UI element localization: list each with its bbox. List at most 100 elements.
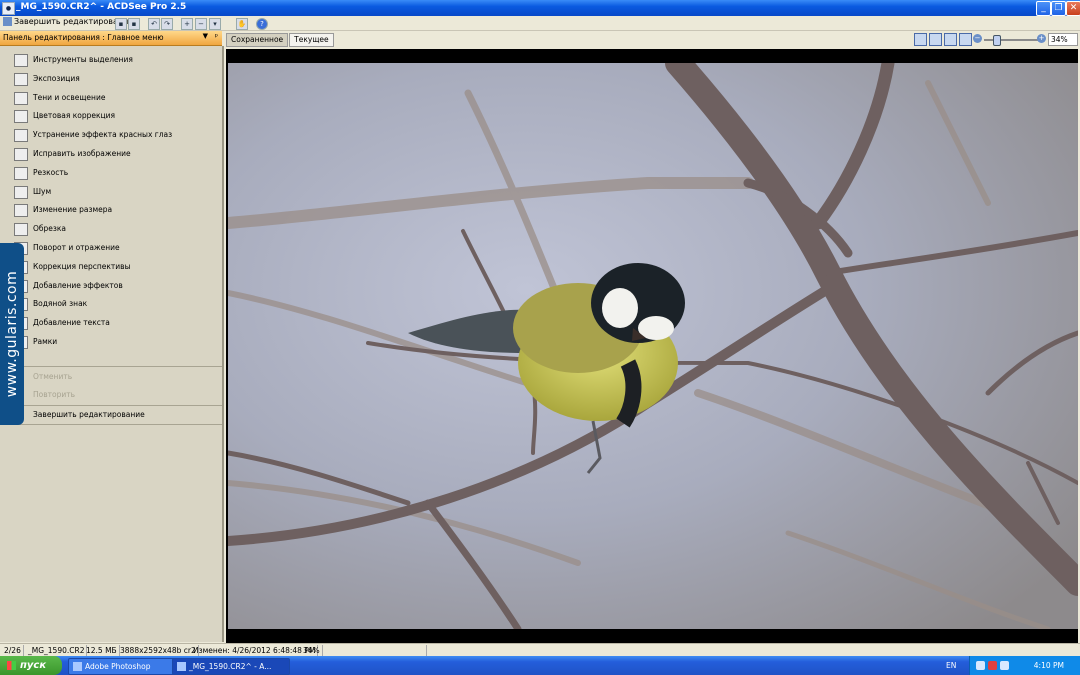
menu-item-rotate[interactable]: Поворот и отражение [0,238,222,257]
menu-item-label: Экспозиция [33,73,80,83]
menu-item-label: Тени и освещение [33,92,106,102]
menu-item-label: Рамки [33,336,58,346]
menu-item-text[interactable]: Добавление текста [0,313,222,332]
menu-item-shadows[interactable]: Тени и освещение [0,88,222,107]
title-bar: ● _MG_1590.CR2^ - ACDSee Pro 2.5 _ ❐ ✕ [0,0,1080,16]
crop-icon [14,223,28,237]
finish-icon [3,17,12,26]
exposure-icon [14,72,28,86]
redo-menu-item[interactable]: Повторить [0,386,255,404]
menu-item-label: Инструменты выделения [33,55,133,64]
edit-panel-title: Панель редактирования : Главное меню [3,33,164,42]
edit-menu: Инструменты выделения Экспозиция Тени и ос… [0,50,222,351]
photo-drawing [228,63,1078,629]
menu-item-label: Обрезка [33,224,67,234]
start-label: пуск [20,660,47,671]
language-indicator[interactable]: EN [946,656,956,675]
taskbar: пуск Adobe Photoshop _MG_1590.CR2^ - A..… [0,656,1080,675]
menu-item-label: Резкость [33,167,69,177]
status-blank [328,645,427,656]
shadows-icon [14,91,28,105]
task-photoshop-label: Adobe Photoshop [85,662,151,671]
pin-icon[interactable]: ᵖ [215,32,218,41]
toolbar: Завершить редактирование ▪ ▪ ↶ ↷ + − ▾ ✋… [0,16,1080,31]
menu-item-label: Шум [33,186,52,196]
zoom-menu-icon[interactable]: ▾ [209,18,221,30]
menu-item-label: Добавление эффектов [33,280,123,290]
menu-item-red-eye[interactable]: Устранение эффекта красных глаз [0,125,222,144]
minimize-button[interactable]: _ [1036,1,1051,16]
undo-menu-item[interactable]: Отменить [0,368,255,386]
help-icon[interactable]: ? [256,18,268,30]
menu-item-resize[interactable]: Изменение размера [0,200,222,219]
view-controls: − + 34% [906,33,1078,47]
edit-sidebar: Инструменты выделения Экспозиция Тени и ос… [0,46,224,642]
color-icon [14,110,28,124]
menu-item-repair[interactable]: Исправить изображение [0,144,222,163]
maximize-button[interactable]: ❐ [1051,1,1066,16]
redo-icon[interactable]: ↷ [161,18,173,30]
watermark-badge: www.gularis.com [0,243,24,425]
finish-editing-toolbar-button[interactable]: Завершить редактирование [3,17,133,26]
task-photoshop[interactable]: Adobe Photoshop [68,658,186,675]
hand-tool-icon[interactable]: ✋ [236,18,248,30]
start-button[interactable]: пуск [0,656,62,675]
menu-item-label: Исправить изображение [33,148,131,158]
zoom-select[interactable]: 34% [1048,33,1078,46]
dropdown-icon[interactable]: ▼ [203,32,208,40]
zoom-slider-handle[interactable] [993,35,1001,46]
save-icon[interactable]: ▪ [115,18,127,30]
compare-icon[interactable] [929,33,942,46]
menu-item-label: Устранение эффекта красных глаз [33,130,173,140]
clock: 4:10 PM [1033,661,1064,670]
menu-item-label: Водяной знак [33,299,88,309]
sharpen-icon [14,166,28,180]
tab-saved[interactable]: Сохраненное [226,33,289,47]
menu-item-frames[interactable]: Рамки [0,332,222,351]
close-button[interactable]: ✕ [1066,1,1080,16]
histogram-icon[interactable] [914,33,927,46]
photo-bird [228,63,1078,629]
status-bar: 2/26 _MG_1590.CR2 12.5 МБ 3888x2592x48b … [0,643,1080,657]
undo-icon[interactable]: ↶ [148,18,160,30]
windows-logo-icon [7,660,16,670]
status-dimensions: 3888x2592x48b cr2 [118,645,199,656]
menu-item-color[interactable]: Цветовая коррекция [0,106,222,125]
menu-item-perspective[interactable]: Коррекция перспективы [0,257,222,276]
edit-panel-header: Панель редактирования : Главное меню ▼ ᵖ [0,31,222,46]
divider [0,366,222,367]
resize-icon [14,204,28,218]
task-acdsee-label: _MG_1590.CR2^ - A... [189,662,272,671]
zoom-in-icon[interactable]: + [1037,34,1046,43]
noise-icon [14,185,28,199]
menu-item-watermark[interactable]: Водяной знак [0,294,222,313]
task-acdsee[interactable]: _MG_1590.CR2^ - A... [172,658,290,675]
menu-item-label: Изменение размера [33,205,113,215]
menu-item-sharpen[interactable]: Резкость [0,163,222,182]
window-title: _MG_1590.CR2^ - ACDSee Pro 2.5 [16,2,187,12]
image-viewer[interactable] [226,49,1078,643]
menu-item-crop[interactable]: Обрезка [0,219,222,238]
zoom-out-icon[interactable]: − [973,34,982,43]
zoom-out-icon[interactable]: − [195,18,207,30]
status-index: 2/26 [2,645,24,656]
tray-icon[interactable] [976,661,985,670]
status-filesize: 12.5 МБ [84,645,120,656]
menu-item-effects[interactable]: Добавление эффектов [0,276,222,295]
photoshop-icon [73,662,82,671]
fit-icon[interactable] [944,33,957,46]
status-filename: _MG_1590.CR2 [26,645,88,656]
network-icon[interactable] [1000,661,1009,670]
menu-item-noise[interactable]: Шум [0,182,222,201]
menu-item-selection[interactable]: Инструменты выделения [0,50,222,69]
finish-editing-menu-item[interactable]: Завершить редактирование [0,406,255,424]
zoom-in-icon[interactable]: + [181,18,193,30]
status-modified: Изменен: 4/26/2012 6:48:48 PM [191,645,319,656]
actual-size-icon[interactable] [959,33,972,46]
save-as-icon[interactable]: ▪ [128,18,140,30]
menu-item-label: Цветовая коррекция [33,111,116,121]
menu-item-exposure[interactable]: Экспозиция [0,69,222,88]
security-icon[interactable] [988,661,997,670]
tab-current[interactable]: Текущее [289,33,334,47]
view-tabs: Сохраненное Текущее [226,33,335,47]
